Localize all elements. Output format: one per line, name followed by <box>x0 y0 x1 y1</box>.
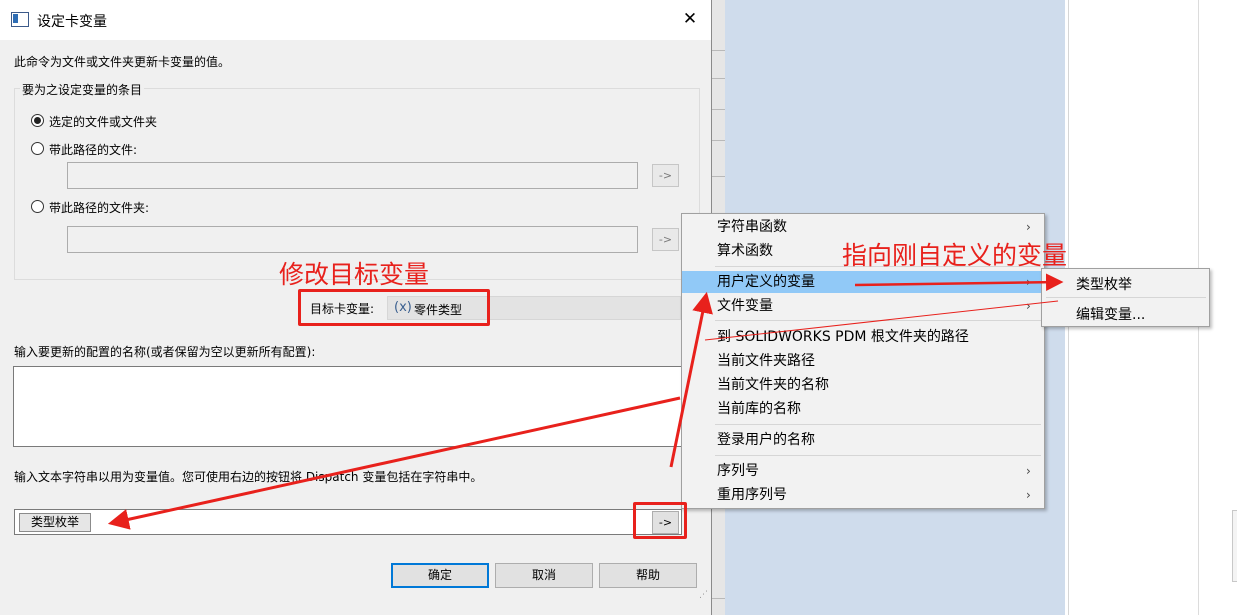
arrow-to-user-variables <box>669 291 713 468</box>
arrow-to-submenu <box>854 273 1064 291</box>
arrow-to-value-chip <box>107 396 681 530</box>
annotation-arrows <box>107 273 1064 530</box>
arrow-to-edit-variables <box>704 300 1059 341</box>
